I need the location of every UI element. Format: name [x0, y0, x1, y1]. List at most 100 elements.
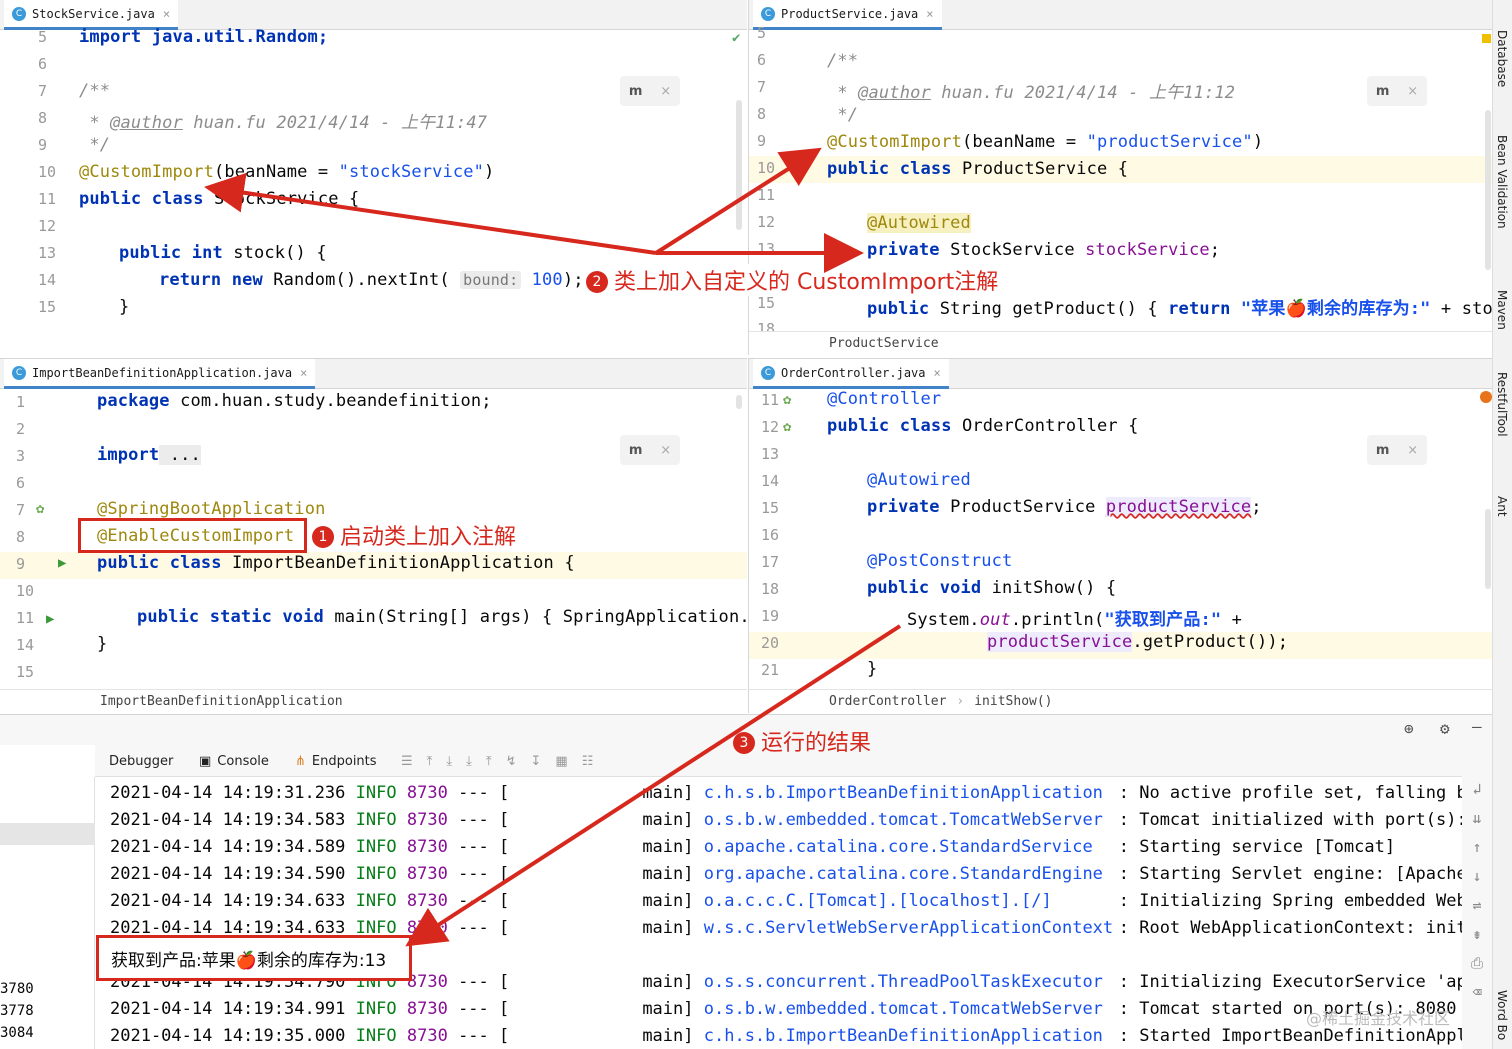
tab-productservice[interactable]: C ProductService.java × [753, 0, 942, 30]
t: (beanName = [214, 162, 339, 182]
code-line[interactable]: /** [79, 81, 110, 101]
tool-database[interactable]: Database [1495, 30, 1509, 87]
gear-icon[interactable]: ⚙ [1440, 719, 1450, 738]
frame-selected[interactable] [0, 823, 95, 845]
code-line[interactable]: /** [827, 51, 858, 71]
code-line[interactable]: public class ProductService { [827, 159, 1128, 179]
import-icon[interactable]: ⇟ [1462, 920, 1492, 949]
code-line[interactable]: package com.huan.study.beandefinition; [97, 391, 492, 411]
code-line[interactable]: public class OrderController { [827, 416, 1139, 436]
tool-maven[interactable]: Maven [1495, 290, 1509, 330]
print-icon[interactable]: ⎙ [1462, 949, 1492, 978]
code-line[interactable]: } [867, 659, 877, 679]
down-icon[interactable]: ↓ [1462, 862, 1492, 891]
maven-reload-popup[interactable]: m × [1367, 76, 1427, 106]
log-ts: 2021-04-14 14:19:34.991 [110, 999, 346, 1019]
soft-wrap-icon[interactable]: ↲ [1462, 775, 1492, 804]
code-line[interactable]: * @author huan.fu 2021/4/14 - 上午11:12 [827, 78, 1235, 103]
code-line[interactable]: * @author huan.fu 2021/4/14 - 上午11:47 [79, 108, 487, 133]
line-number: 8 [38, 109, 48, 127]
scrollbar[interactable] [1485, 110, 1491, 270]
scrollbar[interactable] [736, 100, 742, 230]
run-icon[interactable]: ▶ [58, 555, 66, 571]
frame-item[interactable]: 3084 [0, 1025, 34, 1041]
t: @author [110, 113, 183, 133]
breadcrumb-item[interactable]: initShow() [974, 694, 1052, 709]
log-msg: : Initializing Spring embedded WebAp [1118, 891, 1462, 911]
code-line[interactable]: public void initShow() { [867, 578, 1116, 598]
t: "获取到产品:" [1104, 610, 1222, 630]
code-line[interactable]: return new Random().nextInt( bound: 100)… [159, 270, 584, 290]
tool-bean-validation[interactable]: Bean Validation [1495, 135, 1509, 229]
tab-console[interactable]: ▣ Console [199, 745, 269, 777]
code-line[interactable]: @CustomImport(beanName = "productService… [827, 132, 1263, 152]
target-icon[interactable]: ⊕ [1404, 719, 1414, 738]
spring-bean-icon[interactable]: ✿ [783, 392, 791, 408]
close-icon[interactable]: × [300, 366, 307, 380]
minimize-icon[interactable]: — [1472, 717, 1482, 736]
code-line[interactable]: productService.getProduct()); [987, 632, 1288, 652]
code-line[interactable]: private ProductService productService; [867, 497, 1262, 517]
t: .println( [1010, 610, 1105, 630]
breadcrumb-item[interactable]: ImportBeanDefinitionApplication [100, 694, 343, 709]
t: (beanName = [962, 132, 1087, 152]
close-icon[interactable]: × [163, 7, 170, 21]
spring-bean-icon[interactable]: ✿ [36, 501, 44, 517]
run-icon[interactable]: ▶ [46, 611, 54, 627]
code-line[interactable]: */ [79, 135, 110, 155]
code-line[interactable]: public class StockService { [79, 189, 359, 209]
code-line[interactable]: @Autowired [867, 470, 971, 490]
trash-icon[interactable]: ⌫ [1462, 978, 1492, 1007]
tab-application[interactable]: C ImportBeanDefinitionApplication.java × [4, 359, 316, 389]
code-line[interactable]: } [97, 634, 107, 654]
up-icon[interactable]: ↑ [1462, 833, 1492, 862]
close-icon[interactable]: × [660, 84, 671, 99]
close-icon[interactable]: × [926, 7, 933, 21]
scrollbar[interactable] [736, 395, 742, 409]
code-line[interactable]: @Autowired [867, 213, 971, 233]
frame-item[interactable]: 3780 [0, 981, 34, 997]
maven-reload-popup[interactable]: m × [620, 76, 680, 106]
frame-item[interactable]: 3778 [0, 1003, 34, 1019]
code-line[interactable]: @Controller [827, 389, 941, 409]
code-line[interactable]: @SpringBootApplication [97, 499, 325, 519]
tool-word-book[interactable]: Word Bo [1495, 990, 1509, 1040]
maven-reload-popup[interactable]: m × [620, 435, 680, 465]
close-icon[interactable]: × [934, 366, 941, 380]
breadcrumb-item[interactable]: ProductService [829, 336, 939, 351]
code-line[interactable]: import ... [97, 445, 201, 465]
close-icon[interactable]: × [660, 443, 671, 458]
code-line[interactable]: public class ImportBeanDefinitionApplica… [97, 553, 575, 573]
scrollbar[interactable] [1485, 509, 1491, 589]
tab-ordercontroller[interactable]: C OrderController.java × [753, 359, 949, 389]
code-line[interactable]: @PostConstruct [867, 551, 1012, 571]
tool-ant[interactable]: Ant [1495, 496, 1509, 517]
tab-stockservice[interactable]: C StockService.java × [4, 0, 179, 30]
code-line[interactable]: import java.util.Random; [79, 27, 328, 47]
spring-bean-icon[interactable]: ✿ [783, 419, 791, 435]
code-line[interactable]: } [119, 297, 129, 317]
debug-actions[interactable]: ☰⤒⤓⤓⤒↯↧▦☷ [401, 745, 607, 777]
code-line[interactable]: */ [827, 105, 858, 125]
code-line[interactable]: public int stock() { [119, 243, 327, 263]
tool-restfultool[interactable]: RestfulTool [1495, 372, 1509, 437]
code-line[interactable]: System.out.println("获取到产品:" + [907, 605, 1242, 630]
wrap-icon[interactable]: ⇌ [1462, 891, 1492, 920]
maven-reload-popup[interactable]: m × [1367, 435, 1427, 465]
tab-endpoints[interactable]: ⋔ Endpoints [295, 745, 377, 777]
breadcrumb-item[interactable]: OrderController [829, 694, 946, 709]
close-icon[interactable]: × [1407, 443, 1418, 458]
code-line[interactable]: private StockService stockService; [867, 240, 1220, 260]
close-icon[interactable]: × [1407, 84, 1418, 99]
console-output[interactable]: 2021-04-14 14:19:31.236 INFO 8730 --- [ … [95, 777, 1462, 1049]
scroll-end-icon[interactable]: ⇊ [1462, 804, 1492, 833]
code-line[interactable]: public static void main(String[] args) {… [137, 607, 747, 627]
tab-debugger[interactable]: Debugger [109, 745, 173, 777]
watermark: @稀土掘金技术社区 [1306, 1009, 1451, 1028]
tab-label: ProductService.java [781, 6, 919, 21]
code-line[interactable]: public String getProduct() { return "苹果🍎… [867, 294, 1492, 319]
line-number: 11 [757, 186, 776, 204]
code-line[interactable]: @CustomImport(beanName = "stockService") [79, 162, 494, 182]
